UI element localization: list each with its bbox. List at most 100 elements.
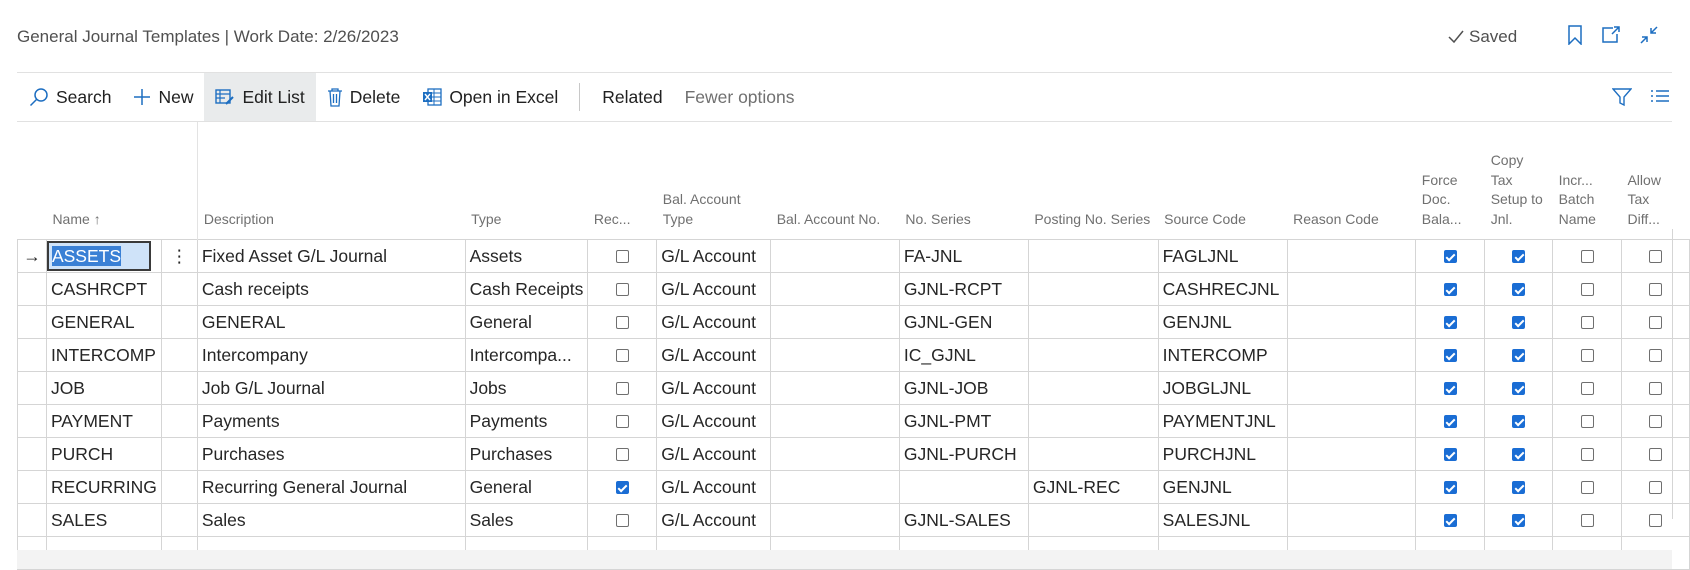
cell-bal-account-type[interactable]: G/L Account	[656, 239, 772, 273]
related-menu[interactable]: Related	[591, 73, 673, 121]
row-actions-menu-icon[interactable]: ⋮	[161, 239, 198, 273]
table-row[interactable]: PURCH Purchases Purchases G/L Account GJNL-P…	[17, 437, 1690, 471]
cell-no-series[interactable]	[899, 470, 1029, 504]
new-button[interactable]: New	[122, 73, 204, 121]
cell-copy-tax-setup-checkbox[interactable]	[1512, 514, 1526, 528]
cell-posting-no-series[interactable]	[1028, 437, 1159, 471]
cell-allow-tax-diff-checkbox[interactable]	[1648, 316, 1662, 330]
cell-type[interactable]: Purchases	[465, 437, 589, 471]
cell-reason-code[interactable]	[1287, 437, 1417, 471]
cell-source-code[interactable]: GENJNL	[1158, 470, 1288, 504]
cell-description[interactable]: Fixed Asset G/L Journal	[197, 239, 466, 273]
cell-name[interactable]: RECURRING	[46, 470, 162, 504]
cell-reason-code[interactable]	[1287, 305, 1417, 339]
cell-type[interactable]: Sales	[465, 503, 589, 537]
table-row[interactable]: JOB Job G/L Journal Jobs G/L Account GJNL-JO…	[17, 371, 1690, 405]
cell-incr-batch-name-checkbox[interactable]	[1580, 250, 1594, 264]
table-row[interactable]: INTERCOMP Intercompany Intercompa... G/L Ac…	[17, 338, 1690, 372]
cell-name[interactable]: CASHRCPT	[46, 272, 162, 306]
fewer-options-button[interactable]: Fewer options	[674, 73, 806, 121]
table-row[interactable]: → ASSETS ⋮ Fixed Asset G/L Journal Assets G/L…	[17, 239, 1690, 273]
cell-force-doc-balance-checkbox[interactable]	[1443, 349, 1457, 363]
list-view-icon[interactable]	[1650, 89, 1670, 105]
cell-description[interactable]: Purchases	[197, 437, 466, 471]
cell-no-series[interactable]: GJNL-PMT	[899, 404, 1029, 438]
cell-bal-account-type[interactable]: G/L Account	[656, 305, 772, 339]
edit-list-button[interactable]: Edit List	[204, 73, 316, 121]
column-header-allow-tax-diff[interactable]: Allow Tax Diff...	[1621, 122, 1689, 240]
cell-posting-no-series[interactable]	[1028, 239, 1159, 273]
cell-incr-batch-name-checkbox[interactable]	[1580, 415, 1594, 429]
column-header-type[interactable]: Type	[465, 122, 588, 240]
column-header-incr-batch-name[interactable]: Incr... Batch Name	[1553, 122, 1622, 240]
cell-name[interactable]: GENERAL	[46, 305, 162, 339]
cell-allow-tax-diff-checkbox[interactable]	[1648, 382, 1662, 396]
cell-incr-batch-name-checkbox[interactable]	[1580, 448, 1594, 462]
cell-force-doc-balance-checkbox[interactable]	[1443, 250, 1457, 264]
cell-recurring-checkbox[interactable]	[615, 448, 629, 462]
cell-description[interactable]: Cash receipts	[197, 272, 466, 306]
cell-source-code[interactable]: FAGLJNL	[1158, 239, 1288, 273]
cell-copy-tax-setup-checkbox[interactable]	[1512, 448, 1526, 462]
cell-bal-account-type[interactable]: G/L Account	[656, 437, 772, 471]
cell-description[interactable]: Intercompany	[197, 338, 466, 372]
cell-bal-account-no[interactable]	[770, 305, 900, 339]
cell-type[interactable]: Cash Receipts	[465, 272, 589, 306]
cell-recurring-checkbox[interactable]	[615, 415, 629, 429]
cell-posting-no-series[interactable]	[1028, 371, 1159, 405]
cell-recurring-checkbox[interactable]	[615, 481, 629, 495]
cell-allow-tax-diff-checkbox[interactable]	[1648, 349, 1662, 363]
cell-name[interactable]: JOB	[46, 371, 162, 405]
cell-no-series[interactable]: IC_GJNL	[899, 338, 1029, 372]
cell-source-code[interactable]: SALESJNL	[1158, 503, 1288, 537]
bookmark-icon[interactable]	[1564, 24, 1586, 46]
cell-source-code[interactable]: PAYMENTJNL	[1158, 404, 1288, 438]
column-header-force-doc-balance[interactable]: Force Doc. Bala...	[1416, 122, 1485, 240]
cell-recurring-checkbox[interactable]	[615, 382, 629, 396]
cell-description[interactable]: Sales	[197, 503, 466, 537]
cell-bal-account-type[interactable]: G/L Account	[656, 503, 772, 537]
cell-no-series[interactable]: GJNL-GEN	[899, 305, 1029, 339]
cell-bal-account-type[interactable]: G/L Account	[656, 338, 772, 372]
cell-reason-code[interactable]	[1287, 272, 1417, 306]
name-input[interactable]: ASSETS	[46, 241, 151, 271]
cell-posting-no-series[interactable]	[1028, 338, 1159, 372]
cell-bal-account-no[interactable]	[770, 338, 900, 372]
cell-allow-tax-diff-checkbox[interactable]	[1648, 283, 1662, 297]
cell-bal-account-type[interactable]: G/L Account	[656, 272, 772, 306]
cell-allow-tax-diff-checkbox[interactable]	[1648, 481, 1662, 495]
cell-force-doc-balance-checkbox[interactable]	[1443, 514, 1457, 528]
open-new-window-icon[interactable]	[1600, 24, 1622, 46]
column-header-name[interactable]: Name ↑	[46, 122, 161, 240]
column-header-recurring[interactable]: Rec...	[588, 122, 657, 240]
cell-source-code[interactable]: PURCHJNL	[1158, 437, 1288, 471]
cell-type[interactable]: Jobs	[465, 371, 589, 405]
cell-copy-tax-setup-checkbox[interactable]	[1512, 283, 1526, 297]
cell-no-series[interactable]: GJNL-RCPT	[899, 272, 1029, 306]
cell-recurring-checkbox[interactable]	[615, 250, 629, 264]
cell-posting-no-series[interactable]	[1028, 503, 1159, 537]
cell-bal-account-no[interactable]	[770, 239, 900, 273]
cell-description[interactable]: GENERAL	[197, 305, 466, 339]
cell-reason-code[interactable]	[1287, 503, 1417, 537]
cell-bal-account-no[interactable]	[770, 404, 900, 438]
cell-copy-tax-setup-checkbox[interactable]	[1512, 481, 1526, 495]
cell-bal-account-no[interactable]	[770, 371, 900, 405]
cell-allow-tax-diff-checkbox[interactable]	[1648, 514, 1662, 528]
cell-copy-tax-setup-checkbox[interactable]	[1512, 349, 1526, 363]
cell-type[interactable]: Assets	[465, 239, 589, 273]
cell-incr-batch-name-checkbox[interactable]	[1580, 316, 1594, 330]
cell-name[interactable]: PAYMENT	[46, 404, 162, 438]
cell-bal-account-no[interactable]	[770, 470, 900, 504]
cell-force-doc-balance-checkbox[interactable]	[1443, 316, 1457, 330]
cell-bal-account-no[interactable]	[770, 437, 900, 471]
cell-bal-account-type[interactable]: G/L Account	[656, 404, 772, 438]
cell-recurring-checkbox[interactable]	[615, 349, 629, 363]
cell-recurring-checkbox[interactable]	[615, 283, 629, 297]
cell-no-series[interactable]: GJNL-PURCH	[899, 437, 1029, 471]
cell-allow-tax-diff-checkbox[interactable]	[1648, 250, 1662, 264]
cell-reason-code[interactable]	[1287, 470, 1417, 504]
cell-allow-tax-diff-checkbox[interactable]	[1648, 415, 1662, 429]
cell-type[interactable]: Payments	[465, 404, 589, 438]
cell-posting-no-series[interactable]	[1028, 272, 1159, 306]
